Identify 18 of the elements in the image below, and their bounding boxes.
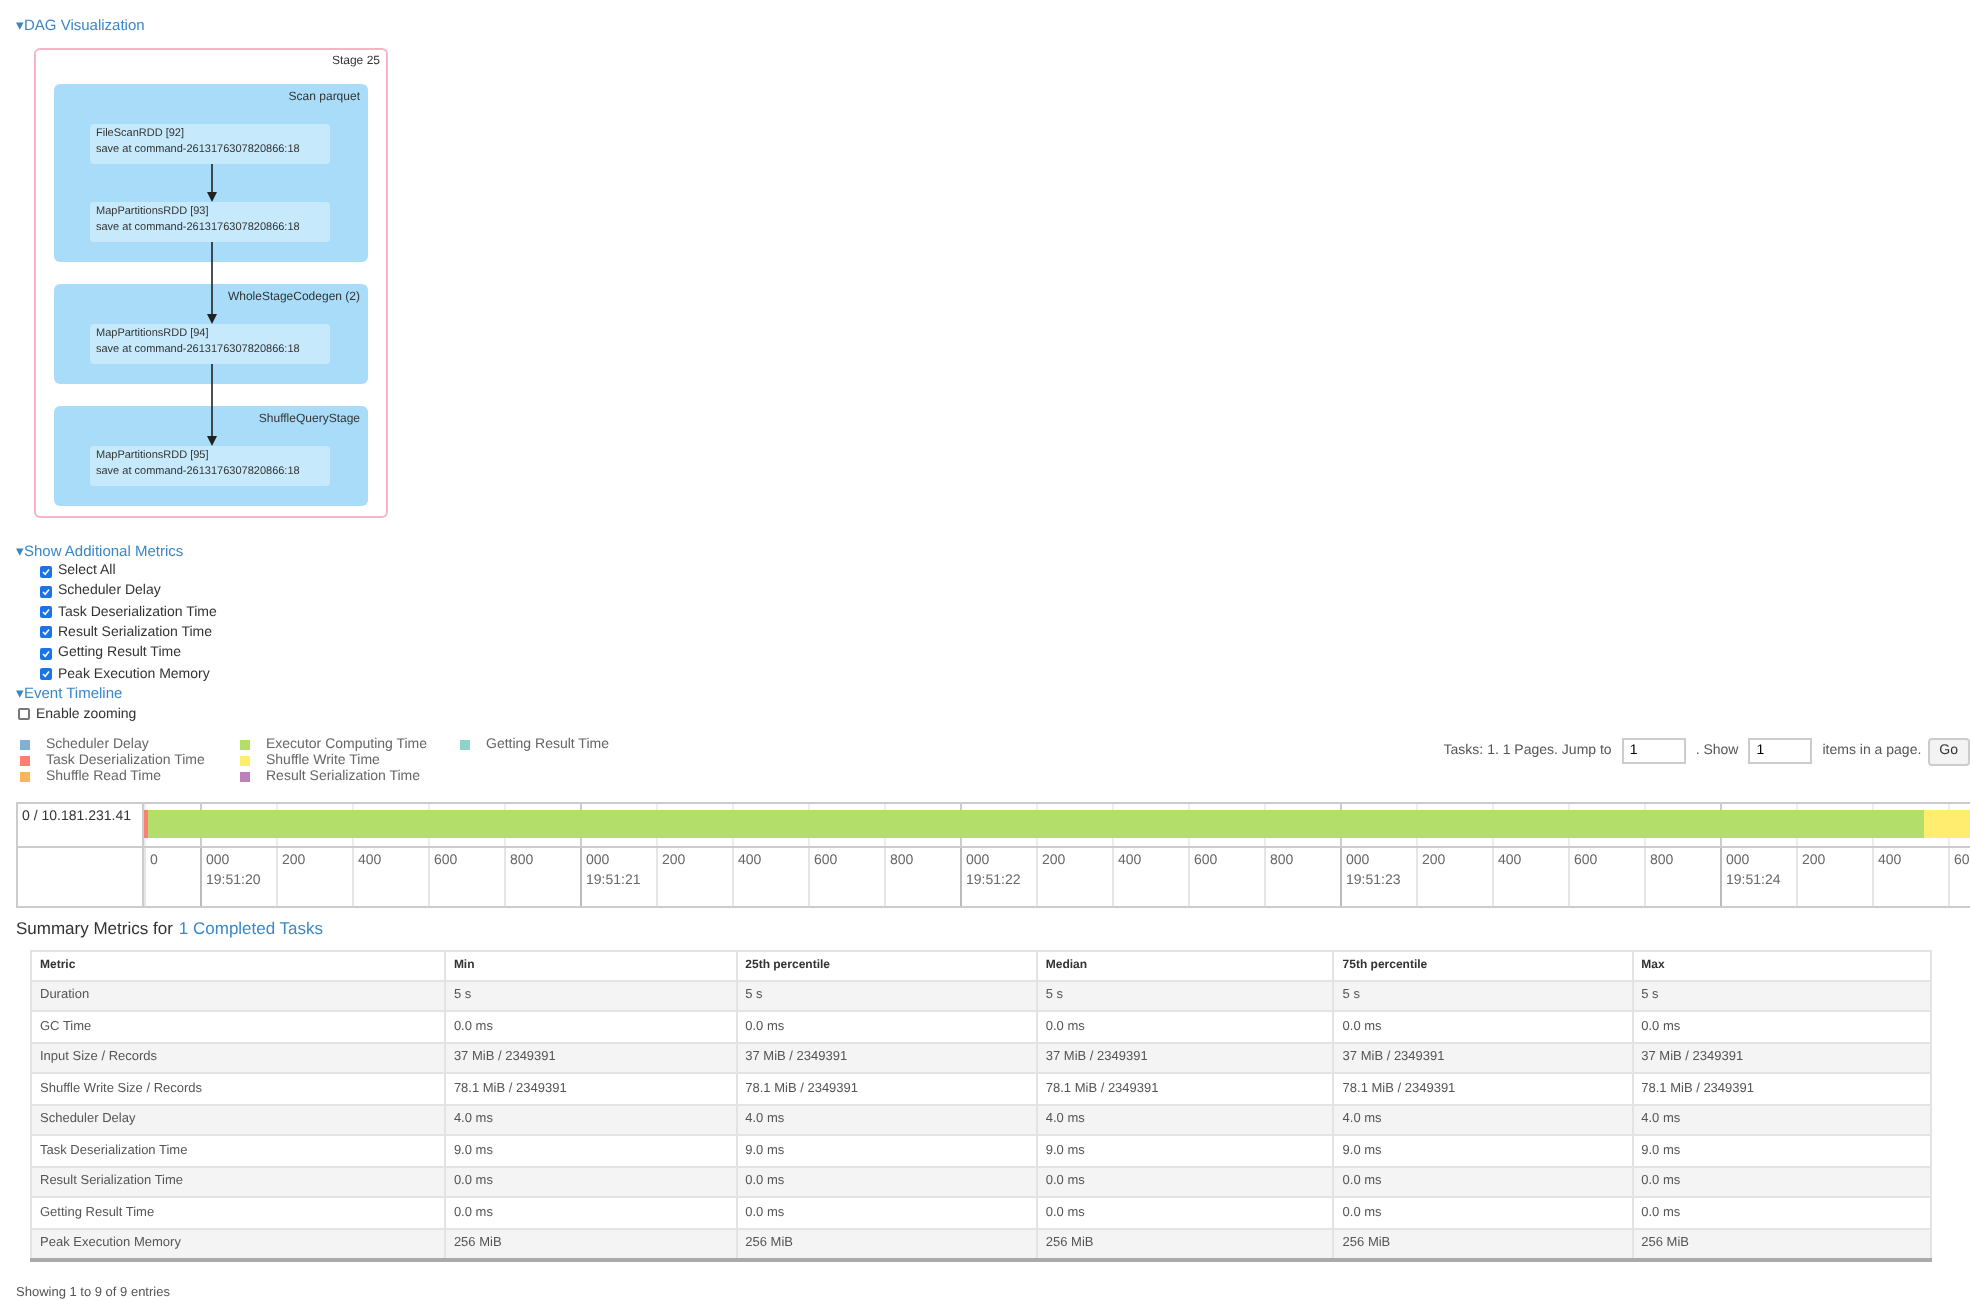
dag-arrow [207, 163, 217, 202]
summary-title: Summary Metrics for [16, 917, 173, 937]
checkbox[interactable] [18, 708, 30, 721]
check-icon [42, 567, 50, 576]
check-icon [42, 628, 50, 637]
check-icon [42, 649, 50, 658]
checkbox[interactable] [40, 585, 52, 598]
check-icon [42, 587, 50, 596]
dag-arrow [207, 363, 217, 446]
checkbox[interactable] [40, 626, 52, 639]
completed-tasks-link[interactable]: 1 Completed Tasks [178, 917, 324, 937]
checkbox[interactable] [40, 565, 52, 578]
checkbox[interactable] [40, 668, 52, 681]
check-icon [42, 670, 50, 679]
dag-arrow [207, 241, 217, 324]
checkbox[interactable] [40, 606, 52, 619]
check-icon [42, 608, 50, 617]
checkbox[interactable] [40, 647, 52, 660]
